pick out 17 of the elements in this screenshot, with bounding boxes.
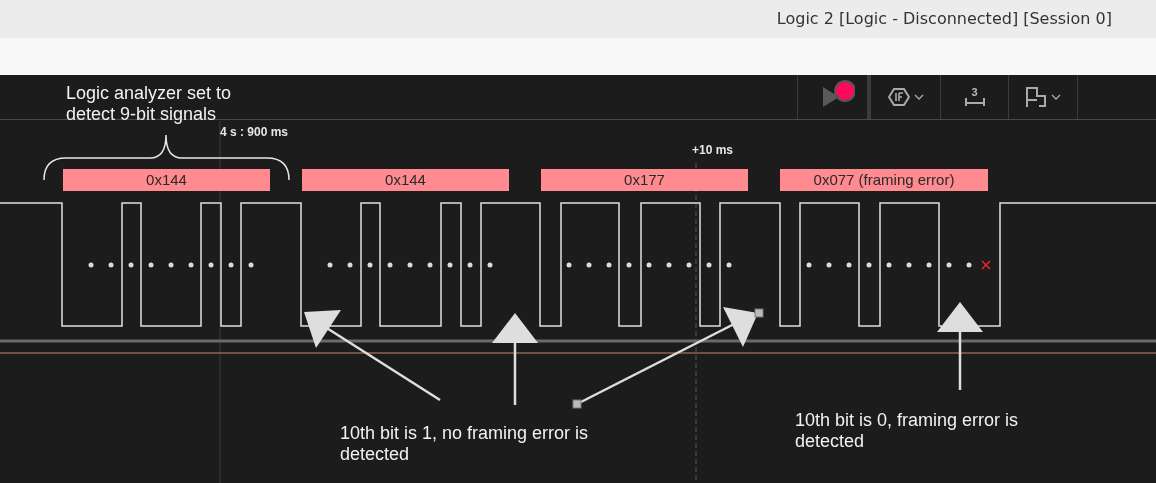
- layout-button[interactable]: [1008, 75, 1078, 119]
- time-marker-label: 4 s : 900 ms: [220, 124, 289, 141]
- annotation-text: Logic analyzer set to detect 9-bit signals: [66, 83, 233, 125]
- decoded-value-label: 0x177: [541, 169, 748, 191]
- hexagon-icon: [887, 87, 910, 107]
- caret-icon: [1051, 94, 1061, 100]
- decoded-value-label: 0x144: [63, 169, 270, 191]
- decoded-value-label: 0x144: [302, 169, 509, 191]
- caret-icon: [913, 94, 924, 100]
- annotation-text: 10th bit is 0, framing error is detected: [795, 410, 1020, 452]
- annotation-text: 10th bit is 1, no framing error is detected: [340, 423, 590, 465]
- window-title: Logic 2 [Logic - Disconnected] [Session 0]: [776, 8, 1112, 30]
- start-button[interactable]: [797, 75, 870, 119]
- ruler-icon: [963, 97, 986, 107]
- time-marker-label: +10 ms: [692, 142, 734, 159]
- decoded-value-label: 0x077 (framing error): [780, 169, 988, 191]
- layout-icon: [1025, 86, 1047, 108]
